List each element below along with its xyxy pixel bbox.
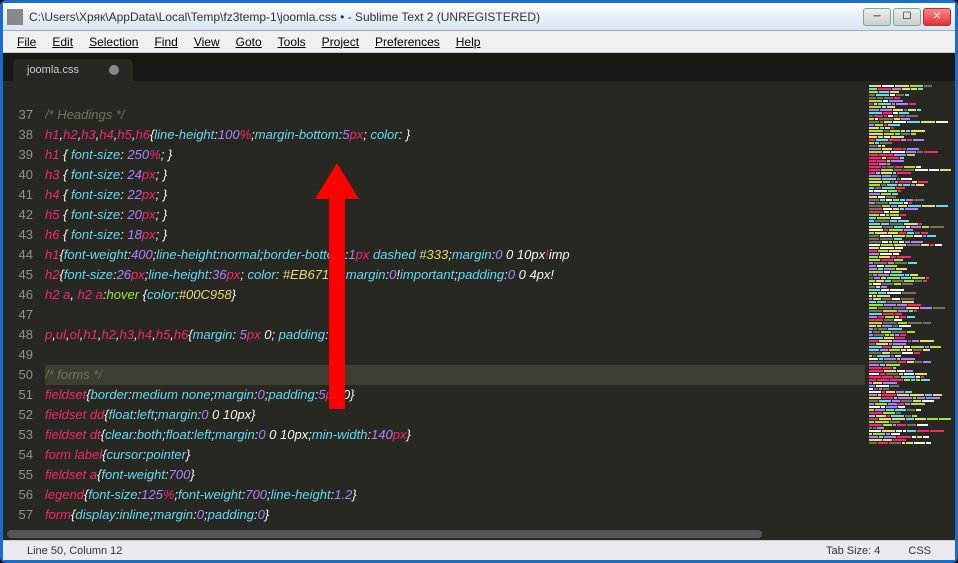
- scrollbar-thumb[interactable]: [7, 530, 762, 538]
- close-button[interactable]: ✕: [923, 8, 951, 26]
- statusbar: Line 50, Column 12 Tab Size: 4 CSS: [3, 540, 955, 560]
- menu-tools[interactable]: Tools: [270, 33, 314, 51]
- app-window: C:\Users\Хряк\AppData\Local\Temp\fz3temp…: [0, 0, 958, 563]
- menubar: File Edit Selection Find View Goto Tools…: [3, 31, 955, 53]
- app-icon: [7, 9, 23, 25]
- titlebar[interactable]: C:\Users\Хряк\AppData\Local\Temp\fz3temp…: [3, 3, 955, 31]
- menu-preferences[interactable]: Preferences: [367, 33, 448, 51]
- status-syntax[interactable]: CSS: [894, 545, 945, 557]
- minimize-button[interactable]: ─: [863, 8, 891, 26]
- menu-selection[interactable]: Selection: [81, 33, 146, 51]
- tab-dirty-indicator-icon: [109, 65, 119, 75]
- menu-goto[interactable]: Goto: [228, 33, 270, 51]
- status-position[interactable]: Line 50, Column 12: [13, 545, 136, 557]
- tab-label: joomla.css: [27, 64, 79, 76]
- tab-joomla-css[interactable]: joomla.css: [13, 59, 133, 81]
- maximize-button[interactable]: ☐: [893, 8, 921, 26]
- minimap[interactable]: [865, 81, 955, 528]
- window-controls: ─ ☐ ✕: [863, 8, 951, 26]
- status-tabsize[interactable]: Tab Size: 4: [812, 545, 894, 557]
- line-gutter[interactable]: 37 38 39 40 41 42 43 44 45 46 47 48 49 5…: [3, 81, 45, 528]
- menu-help[interactable]: Help: [448, 33, 489, 51]
- menu-find[interactable]: Find: [146, 33, 185, 51]
- menu-edit[interactable]: Edit: [44, 33, 81, 51]
- menu-project[interactable]: Project: [314, 33, 367, 51]
- menu-view[interactable]: View: [186, 33, 228, 51]
- menu-file[interactable]: File: [9, 33, 44, 51]
- tab-bar: joomla.css: [3, 53, 955, 81]
- editor-area: joomla.css 37 38 39 40 41 42 43 44 45 46…: [3, 53, 955, 540]
- window-title: C:\Users\Хряк\AppData\Local\Temp\fz3temp…: [29, 10, 863, 24]
- code-container: 37 38 39 40 41 42 43 44 45 46 47 48 49 5…: [3, 81, 955, 528]
- horizontal-scrollbar[interactable]: [3, 528, 955, 540]
- code-editor[interactable]: /* Headings */h1,h2,h3,h4,h5,h6{line-hei…: [45, 81, 865, 528]
